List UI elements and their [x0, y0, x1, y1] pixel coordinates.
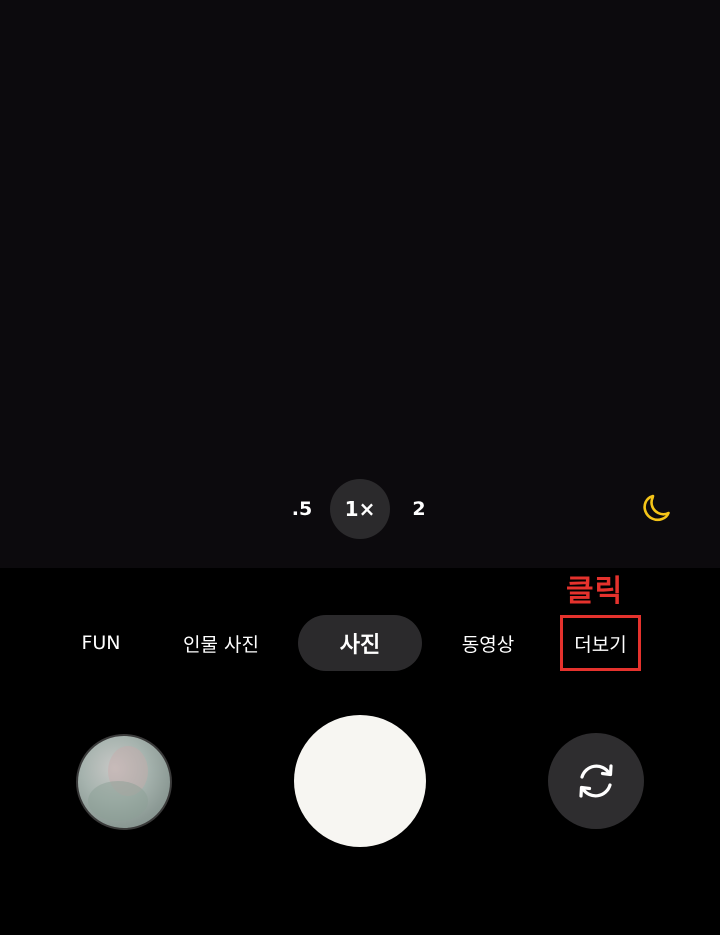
camera-switch-button[interactable]: [548, 733, 644, 829]
zoom-selector: .5 1× 2: [0, 478, 720, 540]
gallery-thumbnail[interactable]: [76, 734, 172, 830]
click-annotation: 클릭: [566, 574, 624, 609]
night-mode-button[interactable]: [632, 488, 678, 530]
capture-controls: [0, 713, 720, 853]
mode-portrait[interactable]: 인물 사진: [172, 614, 270, 672]
thumbnail-blur: [88, 781, 148, 821]
zoom-0-5-button[interactable]: .5: [282, 478, 322, 540]
mode-fun[interactable]: FUN: [70, 614, 132, 672]
zoom-1x-button[interactable]: 1×: [330, 479, 390, 539]
shutter-button[interactable]: [294, 715, 426, 847]
mode-more[interactable]: 더보기: [560, 615, 641, 671]
camera-switch-icon: [579, 764, 613, 798]
mode-photo[interactable]: 사진: [298, 615, 422, 671]
moon-icon: [643, 494, 670, 522]
mode-selector: FUN 인물 사진 사진 동영상 더보기: [0, 614, 720, 672]
mode-video[interactable]: 동영상: [452, 614, 524, 672]
zoom-2x-button[interactable]: 2: [400, 478, 438, 540]
